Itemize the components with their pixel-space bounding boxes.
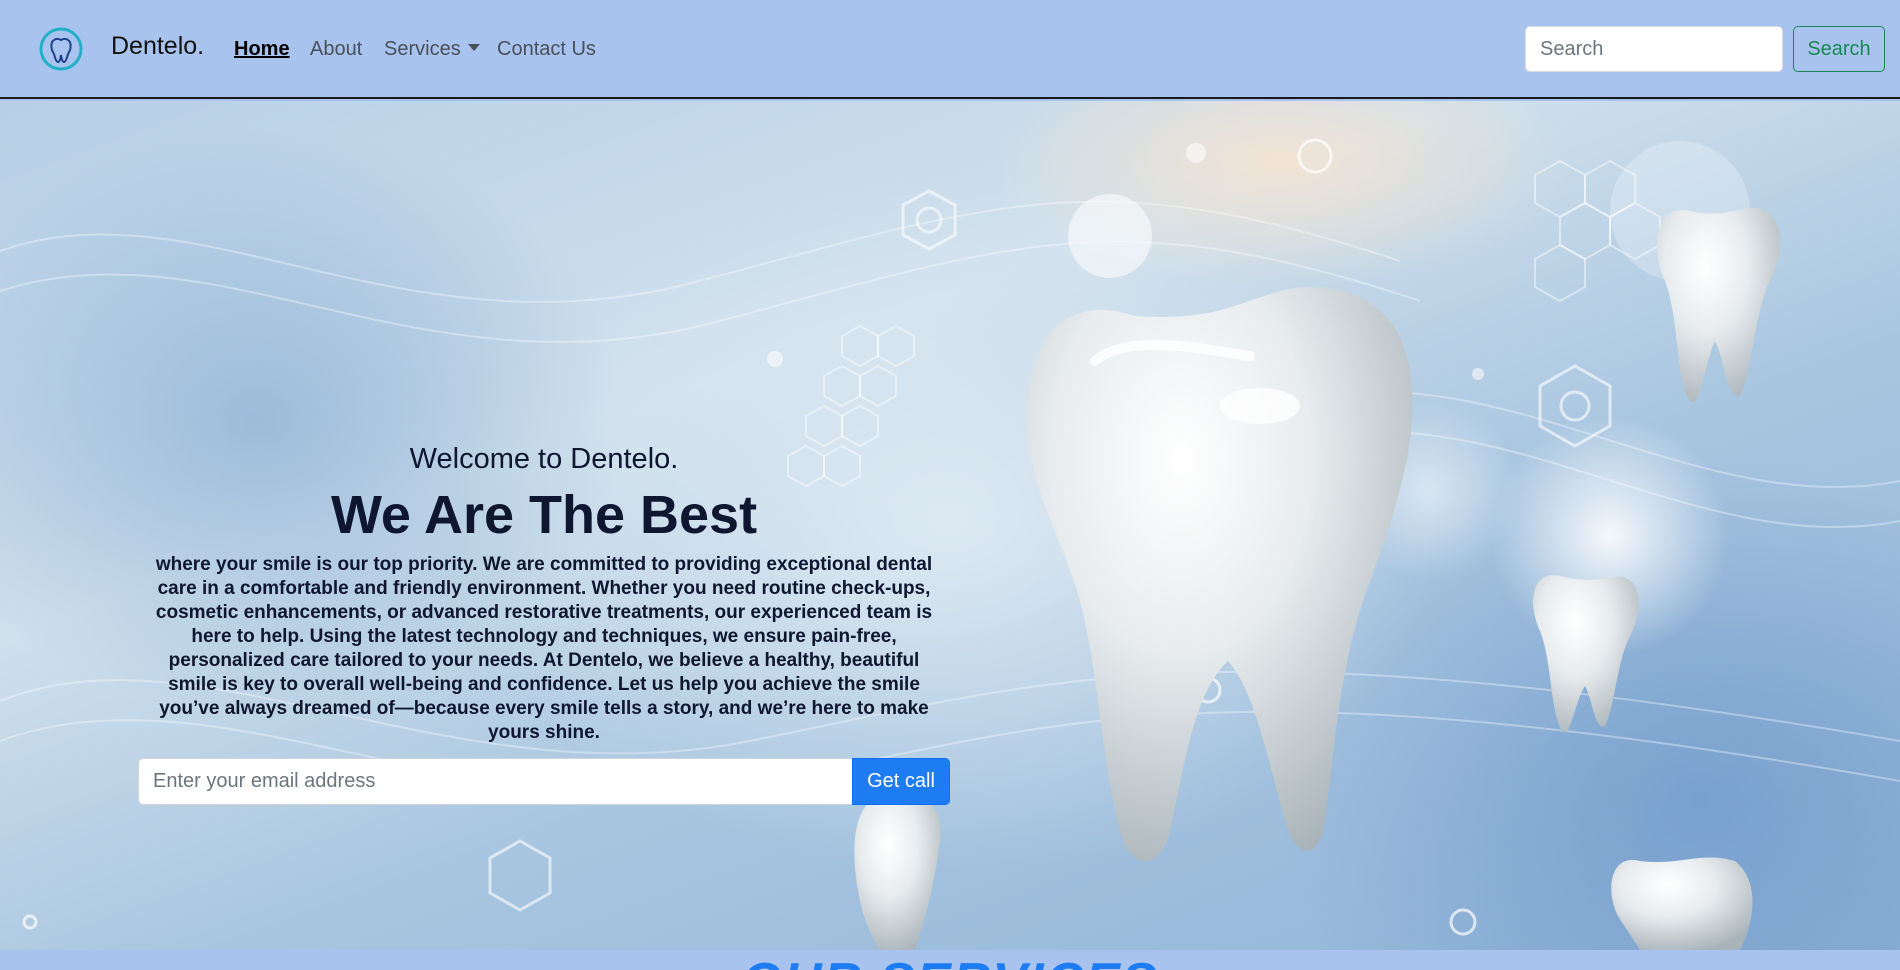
tooth-logo-icon[interactable] <box>38 26 84 72</box>
hero-description: where your smile is our top priority. We… <box>155 554 933 743</box>
services-title: OUR SERVICES <box>0 952 1900 970</box>
hero-text: Welcome to Dentelo. We Are The Best wher… <box>150 441 938 745</box>
search-button[interactable]: Search <box>1793 26 1885 72</box>
nav-about[interactable]: About <box>310 38 362 61</box>
hero-headline: We Are The Best <box>330 485 758 545</box>
large-tooth-illustration <box>1026 286 1413 862</box>
nav-services[interactable]: Services <box>384 38 480 61</box>
get-call-button[interactable]: Get call <box>852 758 950 805</box>
hero-welcome: Welcome to Dentelo. <box>409 443 679 475</box>
nav-contact[interactable]: Contact Us <box>497 38 596 61</box>
email-field[interactable] <box>138 758 853 805</box>
hero-section: Welcome to Dentelo. We Are The Best wher… <box>0 101 1900 950</box>
services-section: OUR SERVICES <box>0 950 1900 970</box>
brand-name[interactable]: Dentelo. <box>111 32 204 61</box>
search-input[interactable] <box>1525 26 1783 72</box>
chevron-down-icon <box>467 44 480 52</box>
nav-services-label: Services <box>384 38 461 60</box>
nav-home[interactable]: Home <box>234 38 290 61</box>
navbar: Dentelo. Home About Services Contact Us … <box>0 0 1900 99</box>
